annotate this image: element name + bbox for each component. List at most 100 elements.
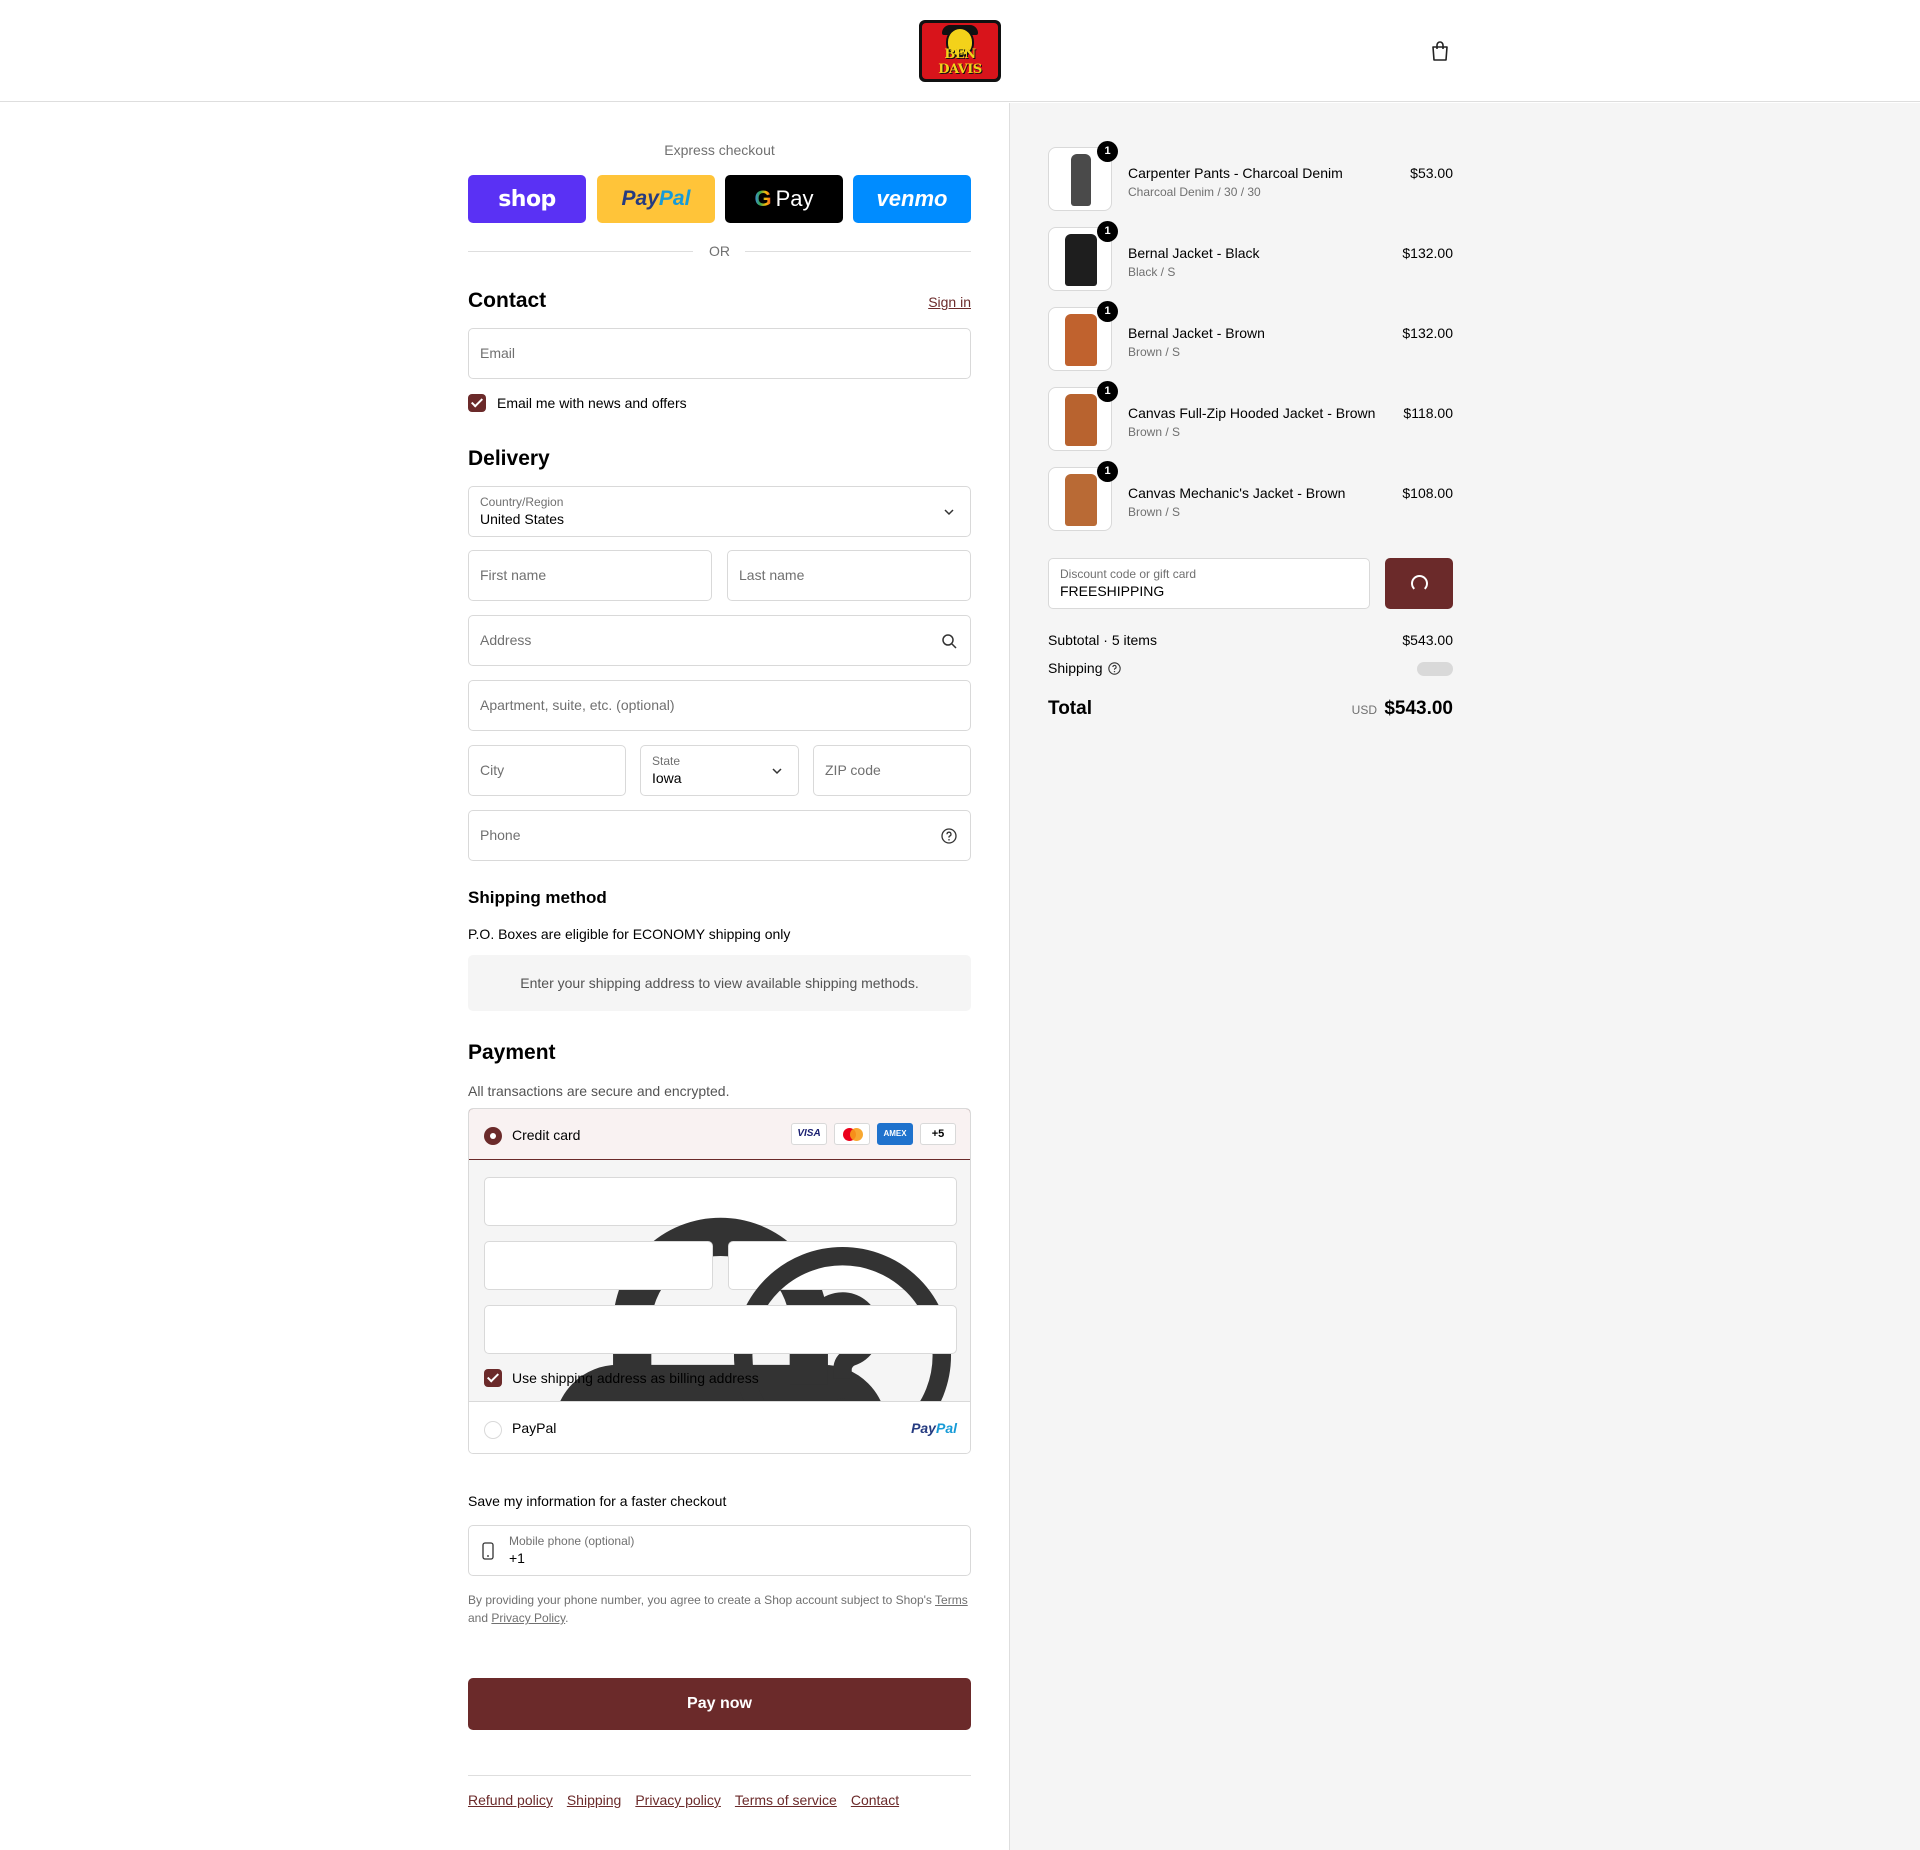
legal-text: By providing your phone number, you agre… — [468, 1593, 968, 1625]
item-variant: Charcoal Denim / 30 / 30 — [1128, 185, 1261, 199]
mastercard-icon — [834, 1123, 870, 1145]
item-name: Carpenter Pants - Charcoal Denim — [1128, 165, 1343, 181]
or-divider: OR — [468, 241, 971, 261]
order-item: 1 Bernal Jacket - Black Black / S $132.0… — [1048, 221, 1453, 291]
item-name: Canvas Full-Zip Hooded Jacket - Brown — [1128, 405, 1376, 421]
card-cvv-field[interactable] — [728, 1241, 957, 1453]
discount-code-value: FREESHIPPING — [1060, 583, 1165, 599]
shipping-row: Shipping — [1048, 660, 1453, 676]
terms-link[interactable]: Terms — [935, 1593, 968, 1607]
billing-address-label: Use shipping address as billing address — [512, 1370, 759, 1386]
paypal-button[interactable]: Pay Pal — [597, 175, 715, 223]
footer-link-shipping[interactable]: Shipping — [567, 1792, 622, 1808]
paypal-option-label: PayPal — [512, 1420, 557, 1436]
google-g-icon: G — [754, 186, 772, 211]
email-field[interactable]: Email — [468, 328, 971, 379]
item-price: $108.00 — [1402, 485, 1453, 501]
item-variant: Brown / S — [1128, 345, 1181, 359]
item-name: Canvas Mechanic's Jacket - Brown — [1128, 485, 1346, 501]
quantity-badge: 1 — [1097, 461, 1118, 482]
chevron-down-icon — [772, 768, 782, 775]
item-variant: Brown / S — [1128, 505, 1181, 519]
delivery-title: Delivery — [468, 447, 550, 470]
quantity-badge: 1 — [1097, 301, 1118, 322]
payment-methods: Credit card VISA AMEX +5 Use shipping ad… — [468, 1108, 971, 1454]
footer-link-privacy[interactable]: Privacy policy — [635, 1792, 721, 1808]
search-icon — [942, 634, 957, 649]
item-name: Bernal Jacket - Black — [1128, 245, 1260, 261]
subtotal-value: $543.00 — [1402, 632, 1453, 648]
billing-address-checkbox[interactable] — [484, 1369, 502, 1387]
apartment-field[interactable]: Apartment, suite, etc. (optional) — [468, 680, 971, 731]
shipping-method-title: Shipping method — [468, 888, 607, 907]
newsletter-checkbox[interactable] — [468, 394, 486, 412]
cardholder-name-field[interactable] — [484, 1305, 957, 1354]
order-item: 1 Canvas Mechanic's Jacket - Brown Brown… — [1048, 461, 1453, 531]
phone-field[interactable]: Phone — [468, 810, 971, 861]
header: BEN DAVIS — [0, 0, 1920, 102]
product-swatch — [1065, 394, 1097, 446]
product-swatch — [1071, 154, 1091, 206]
subtotal-row: Subtotal · 5 items $543.00 — [1048, 632, 1453, 648]
subtotal-label: Subtotal · 5 items — [1048, 632, 1157, 648]
quantity-badge: 1 — [1097, 141, 1118, 162]
card-number-field[interactable] — [484, 1177, 957, 1453]
product-image: 1 — [1048, 221, 1118, 291]
last-name-field[interactable]: Last name — [727, 550, 971, 601]
more-cards-badge: +5 — [920, 1123, 956, 1145]
product-swatch — [1065, 234, 1097, 286]
address-field[interactable]: Address — [468, 615, 971, 666]
contact-title: Contact — [468, 289, 547, 312]
total-label: Total — [1048, 698, 1092, 719]
footer-link-contact[interactable]: Contact — [851, 1792, 899, 1808]
shipping-note: P.O. Boxes are eligible for ECONOMY ship… — [468, 926, 791, 942]
product-swatch — [1065, 314, 1097, 366]
country-select[interactable]: Country/Region United States — [468, 486, 971, 537]
shipping-label: Shipping — [1048, 660, 1103, 676]
payment-subtitle: All transactions are secure and encrypte… — [468, 1083, 730, 1099]
total-row: Total USD $543.00 — [1048, 698, 1453, 720]
footer-link-terms[interactable]: Terms of service — [735, 1792, 837, 1808]
mobile-phone-field[interactable]: Mobile phone (optional) +1 — [468, 1525, 971, 1576]
footer-link-refund[interactable]: Refund policy — [468, 1792, 553, 1808]
order-item: 1 Canvas Full-Zip Hooded Jacket - Brown … — [1048, 381, 1453, 451]
quantity-badge: 1 — [1097, 221, 1118, 242]
discount-code-field[interactable]: Discount code or gift card FREESHIPPING — [1048, 558, 1370, 609]
state-select[interactable]: State Iowa — [640, 745, 799, 796]
brand-logo[interactable]: BEN DAVIS — [919, 20, 1001, 82]
footer-links: Refund policy Shipping Privacy policy Te… — [468, 1792, 899, 1808]
help-circle-icon[interactable] — [941, 828, 957, 844]
shipping-methods-empty: Enter your shipping address to view avai… — [468, 955, 971, 1011]
product-image: 1 — [1048, 141, 1118, 211]
item-price: $132.00 — [1402, 325, 1453, 341]
card-expiry-field[interactable] — [484, 1241, 713, 1290]
sign-in-link[interactable]: Sign in — [928, 294, 971, 310]
pay-now-button[interactable]: Pay now — [468, 1678, 971, 1730]
paypal-option[interactable]: PayPal PayPal — [469, 1401, 970, 1453]
order-item: 1 Carpenter Pants - Charcoal Denim Charc… — [1048, 141, 1453, 211]
payment-title: Payment — [468, 1041, 556, 1064]
shipping-loading-placeholder — [1417, 662, 1453, 676]
shop-pay-button[interactable]: shop — [468, 175, 586, 223]
item-price: $118.00 — [1403, 405, 1453, 421]
item-price: $132.00 — [1402, 245, 1453, 261]
product-image: 1 — [1048, 301, 1118, 371]
chevron-down-icon — [944, 509, 954, 516]
visa-icon: VISA — [791, 1123, 827, 1145]
credit-card-option[interactable]: Credit card VISA AMEX +5 — [469, 1109, 970, 1160]
google-pay-button[interactable]: G Pay — [725, 175, 843, 223]
shopping-bag-icon[interactable] — [1430, 40, 1450, 62]
city-field[interactable]: City — [468, 745, 626, 796]
save-info-title: Save my information for a faster checkou… — [468, 1493, 727, 1509]
help-circle-icon[interactable] — [1108, 662, 1121, 675]
credit-card-radio[interactable] — [484, 1127, 502, 1145]
first-name-field[interactable]: First name — [468, 550, 712, 601]
apply-discount-button[interactable] — [1385, 558, 1453, 609]
privacy-policy-link[interactable]: Privacy Policy — [491, 1611, 565, 1625]
paypal-radio[interactable] — [484, 1421, 502, 1439]
zip-code-field[interactable]: ZIP code — [813, 745, 971, 796]
currency-code: USD — [1351, 703, 1377, 717]
loading-spinner-icon — [1411, 575, 1428, 592]
venmo-button[interactable]: venmo — [853, 175, 971, 223]
footer-divider — [468, 1775, 971, 1776]
